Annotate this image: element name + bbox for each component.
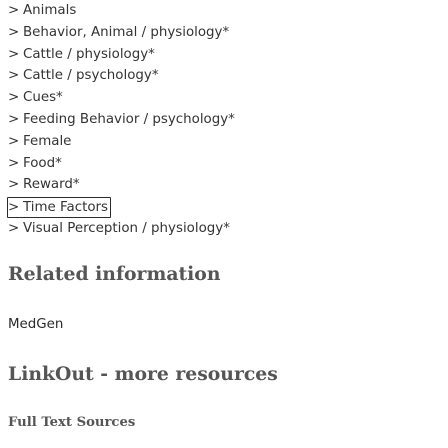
chevron-right-icon: > bbox=[8, 155, 20, 171]
chevron-right-icon: > bbox=[8, 68, 20, 84]
mesh-term-label: Behavior, Animal / physiology* bbox=[23, 24, 230, 40]
chevron-right-icon: > bbox=[8, 46, 20, 62]
mesh-term-behavior-animal[interactable]: > Behavior, Animal / physiology* bbox=[8, 22, 440, 44]
mesh-term-female[interactable]: > Female bbox=[8, 131, 440, 153]
mesh-terms-list: > Animals > Behavior, Animal / physiology*… bbox=[7, 0, 440, 240]
mesh-term-label: Visual Perception / physiology* bbox=[23, 220, 230, 236]
mesh-term-cattle-psychology[interactable]: > Cattle / psychology* bbox=[8, 65, 440, 87]
mesh-term-label: Animals bbox=[23, 3, 77, 18]
mesh-term-cues[interactable]: > Cues* bbox=[8, 87, 440, 109]
linkout-heading: LinkOut - more resources bbox=[8, 363, 278, 385]
mesh-term-label: Time Factors bbox=[23, 200, 108, 216]
mesh-term-visual-perception[interactable]: > Visual Perception / physiology* bbox=[8, 218, 440, 240]
mesh-term-label: Cattle / psychology* bbox=[23, 68, 159, 84]
related-information-heading: Related information bbox=[8, 263, 221, 285]
full-text-sources-heading: Full Text Sources bbox=[8, 415, 136, 430]
mesh-term-feeding-behavior[interactable]: > Feeding Behavior / psychology* bbox=[8, 109, 440, 131]
chevron-right-icon: > bbox=[8, 200, 20, 216]
mesh-term-label: Feeding Behavior / psychology* bbox=[23, 111, 235, 127]
mesh-term-row-time-factors: > Time Factors bbox=[7, 196, 440, 219]
mesh-term-label: Cattle / physiology* bbox=[23, 46, 155, 62]
mesh-term-label: Food* bbox=[23, 155, 62, 171]
mesh-term-label: Female bbox=[23, 133, 72, 149]
chevron-right-icon: > bbox=[8, 220, 20, 236]
chevron-right-icon: > bbox=[8, 111, 20, 127]
chevron-right-icon: > bbox=[8, 3, 20, 18]
mesh-term-cattle-physiology[interactable]: > Cattle / physiology* bbox=[8, 44, 440, 66]
chevron-right-icon: > bbox=[8, 90, 20, 106]
mesh-term-label: Cues* bbox=[23, 90, 63, 106]
medgen-link[interactable]: MedGen bbox=[8, 317, 63, 332]
mesh-term-time-factors[interactable]: > Time Factors bbox=[7, 197, 111, 219]
mesh-term-label: Reward* bbox=[23, 177, 80, 193]
chevron-right-icon: > bbox=[8, 24, 20, 40]
mesh-term-food[interactable]: > Food* bbox=[8, 153, 440, 175]
chevron-right-icon: > bbox=[8, 133, 20, 149]
mesh-term-reward[interactable]: > Reward* bbox=[8, 174, 440, 196]
mesh-term-animals[interactable]: > Animals bbox=[8, 0, 440, 22]
chevron-right-icon: > bbox=[8, 177, 20, 193]
